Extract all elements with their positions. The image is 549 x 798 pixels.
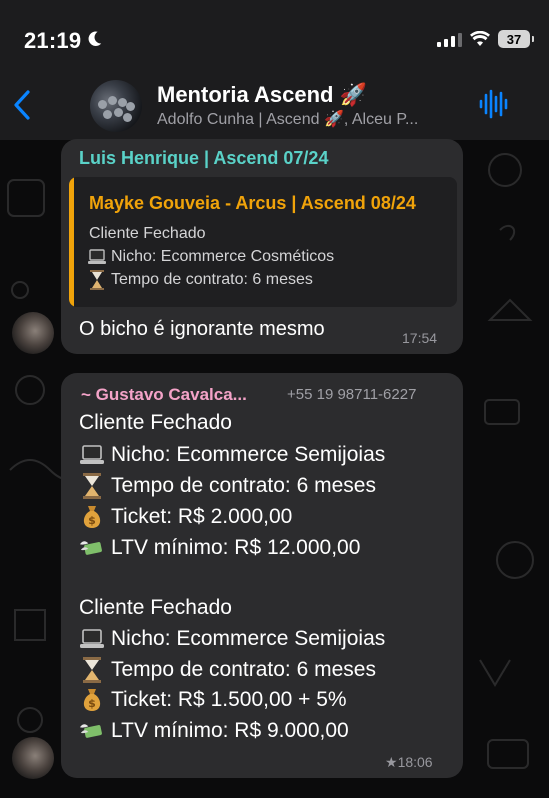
svg-text:$: $ [88,697,96,710]
laptop-icon [79,626,105,652]
message-text: O bicho é ignorante mesmo [79,318,325,340]
laptop-icon [79,442,105,468]
message-line: LTV mínimo: R$ 12.000,00 [79,535,360,561]
wifi-icon [470,31,490,46]
quote-line: Nicho: Ecommerce Cosméticos [87,247,334,267]
message-line: $ Ticket: R$ 1.500,00 + 5% [79,687,347,713]
voice-chat-icon[interactable] [478,89,508,119]
group-title[interactable]: Mentoria Ascend 🚀 [157,82,367,108]
money-wings-icon [79,718,105,744]
svg-text:$: $ [88,514,96,527]
hourglass-icon [79,473,105,499]
message-bubble[interactable]: Luis Henrique | Ascend 07/24 Mayke Gouve… [61,139,463,354]
money-wings-icon [79,535,105,561]
hourglass-icon [79,657,105,683]
quote-line: Cliente Fechado [89,225,206,242]
sender-name[interactable]: ~ Gustavo Cavalca... [81,385,247,405]
hourglass-icon [87,270,107,290]
battery-level: 37 [506,31,522,47]
money-bag-icon: $ [79,687,105,713]
group-members[interactable]: Adolfo Cunha | Ascend 🚀, Alceu P... [157,109,467,129]
signal-icon [437,33,462,47]
block-title: Cliente Fechado [79,411,232,434]
quote-line: Tempo de contrato: 6 meses [87,270,313,290]
laptop-icon [87,247,107,267]
sender-name[interactable]: Luis Henrique | Ascend 07/24 [79,148,328,169]
quoted-message[interactable]: Mayke Gouveia - Arcus | Ascend 08/24 Cli… [69,177,457,307]
message-time: 18:06 [397,754,433,770]
clock: 21:19 [24,28,82,53]
moon-icon [88,31,102,46]
money-bag-icon: $ [79,504,105,530]
message-line: Nicho: Ecommerce Semijoias [79,626,385,652]
star-icon: ★ [385,754,398,770]
quote-author: Mayke Gouveia - Arcus | Ascend 08/24 [89,193,416,213]
message-line: LTV mínimo: R$ 9.000,00 [79,718,349,744]
block-title: Cliente Fechado [79,596,232,619]
message-line: Tempo de contrato: 6 meses [79,657,376,683]
message-time: 17:54 [402,330,438,346]
sender-avatar[interactable] [12,312,54,354]
message-time-row: ★18:06 [385,754,433,771]
battery-icon: 37 [498,30,534,48]
group-avatar[interactable] [90,80,142,132]
back-chevron-icon[interactable] [10,88,34,122]
quote-bar [69,177,74,307]
sender-avatar[interactable] [12,737,54,779]
sender-phone[interactable]: +55 19 98711-6227 [287,386,416,403]
status-bar: 21:19 37 [0,0,549,80]
message-line: $ Ticket: R$ 2.000,00 [79,504,292,530]
message-line: Tempo de contrato: 6 meses [79,473,376,499]
chat-header: Mentoria Ascend 🚀 Adolfo Cunha | Ascend … [0,70,549,140]
message-line: Nicho: Ecommerce Semijoias [79,442,385,468]
message-bubble[interactable]: ~ Gustavo Cavalca... +55 19 98711-6227 C… [61,373,463,778]
